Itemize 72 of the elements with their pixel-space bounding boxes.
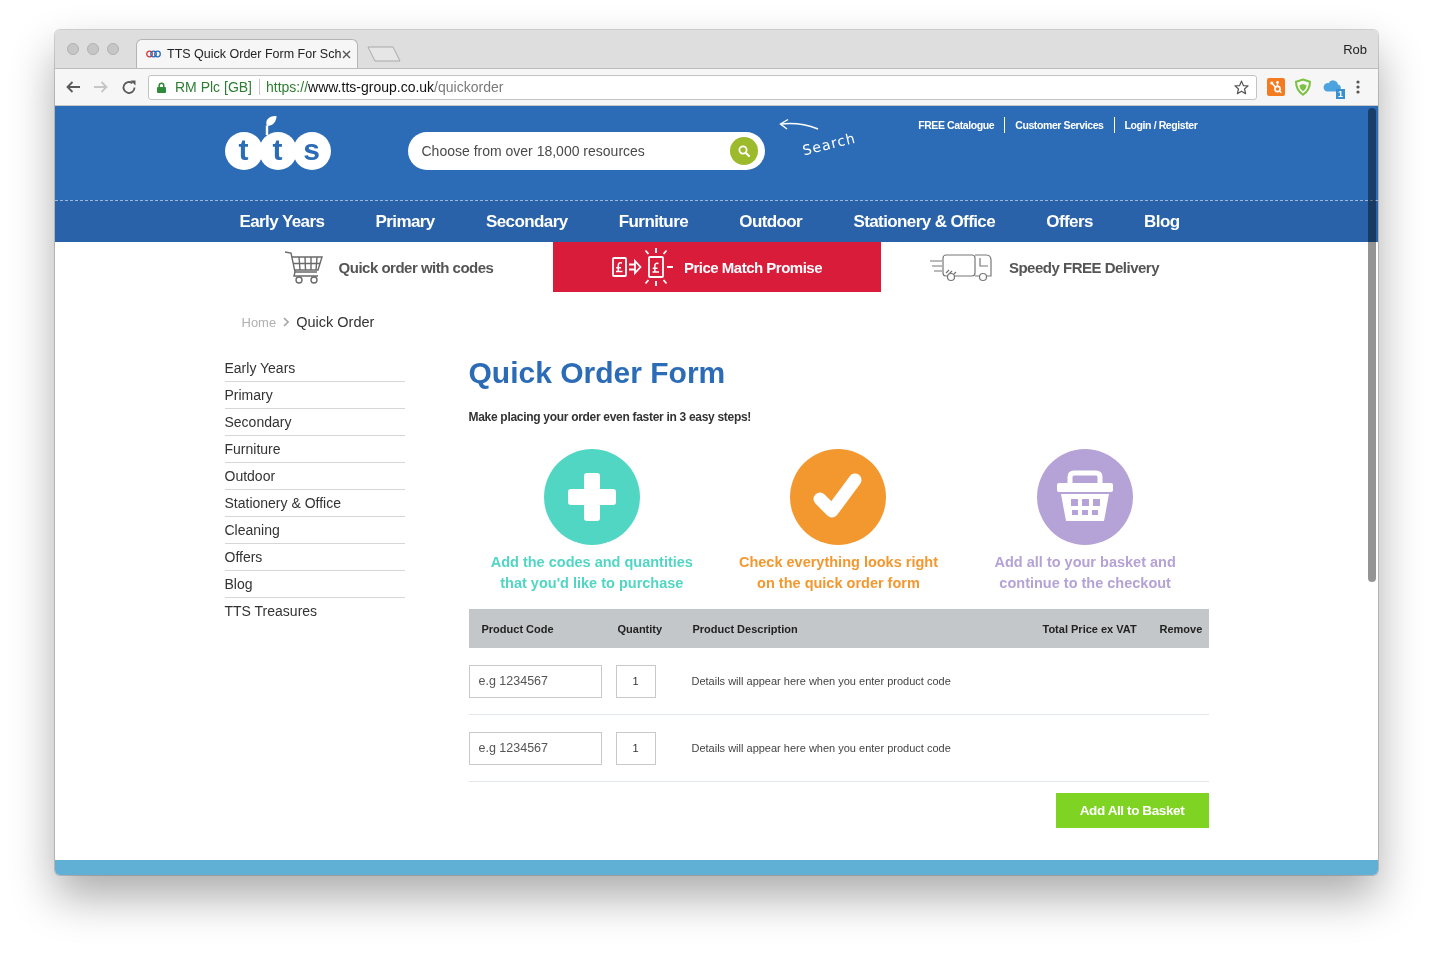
promo-banner[interactable]: Price Match Promise xyxy=(552,242,881,292)
shield-icon[interactable] xyxy=(1294,78,1312,96)
hub-icon[interactable] xyxy=(1267,78,1285,96)
description-text: Details will appear here when you enter product code xyxy=(691,742,951,754)
nav-link[interactable]: Outdoor xyxy=(739,211,803,232)
header-link[interactable]: Login / Register xyxy=(1124,119,1198,131)
sidebar-link[interactable]: Primary xyxy=(224,387,273,403)
tab-title: TTS Quick Order Form For Sch xyxy=(167,47,342,61)
page-title: Quick Order Form xyxy=(468,355,726,391)
circles-icon xyxy=(146,50,161,58)
nav-link[interactable]: Stationery & Office xyxy=(853,211,996,232)
quantity-field[interactable]: 1 xyxy=(615,731,656,765)
sidebar-link[interactable]: Early Years xyxy=(224,360,296,376)
promo-label[interactable]: Quick order with codes xyxy=(338,258,494,276)
description-text: Details will appear here when you enter product code xyxy=(691,675,951,687)
window-control-icon[interactable] xyxy=(67,43,79,55)
search-field[interactable]: Choose from over 18,000 resources xyxy=(407,132,765,170)
menu-icon[interactable] xyxy=(1356,80,1360,94)
nav-link[interactable]: Offers xyxy=(1046,211,1093,232)
nav-link[interactable]: Early Years xyxy=(239,211,325,232)
cloud-icon[interactable] xyxy=(1322,78,1342,92)
nav-link[interactable]: Secondary xyxy=(486,211,568,232)
star-icon[interactable] xyxy=(1234,79,1249,95)
column-header: Product Description xyxy=(692,622,798,635)
promo-label: Price Match Promise xyxy=(683,258,823,276)
nav-link[interactable]: Furniture xyxy=(618,211,688,232)
nav-link[interactable]: Primary xyxy=(375,211,435,232)
search-icon xyxy=(737,145,750,157)
nav-link[interactable]: Blog xyxy=(1144,211,1180,232)
truck-icon xyxy=(929,252,994,282)
step-text: Add the codes and quantities that you'd like to purchase xyxy=(490,553,693,593)
sidebar-link[interactable]: TTS Treasures xyxy=(224,603,318,619)
step-text: Add all to your basket and continue to the checkout xyxy=(994,553,1176,593)
column-header: Quantity xyxy=(617,622,663,635)
product-code-field[interactable]: e.g 1234567 xyxy=(468,731,602,765)
intro-text: Make placing your order even faster in 3 easy steps! xyxy=(468,409,752,425)
browser-tab[interactable]: TTS Quick Order Form For Sch xyxy=(136,39,358,68)
sidebar-link[interactable]: Furniture xyxy=(224,441,281,457)
back-icon[interactable] xyxy=(65,79,81,95)
sidebar-link[interactable]: Cleaning xyxy=(224,522,280,538)
header-link[interactable]: Customer Services xyxy=(1015,119,1104,131)
product-code-field[interactable]: e.g 1234567 xyxy=(468,664,602,698)
site-identity: RM Plc [GB] xyxy=(175,79,252,95)
chevron-right-icon xyxy=(283,317,290,327)
window-control-icon[interactable] xyxy=(87,43,99,55)
window-control-icon[interactable] xyxy=(107,43,119,55)
profile-name[interactable]: Rob xyxy=(1343,41,1378,57)
close-icon[interactable] xyxy=(342,49,351,59)
column-header: Remove xyxy=(1159,622,1203,635)
sidebar-link[interactable]: Outdoor xyxy=(224,468,276,484)
column-header: Product Code xyxy=(481,622,554,635)
breadcrumb-current: Quick Order xyxy=(296,314,375,330)
header-link[interactable]: FREE Catalogue xyxy=(918,119,995,131)
new-tab-button[interactable] xyxy=(367,46,401,62)
sidebar-link[interactable]: Offers xyxy=(224,549,263,565)
site-logo[interactable]: t t s xyxy=(224,132,331,170)
promo-label[interactable]: Speedy FREE Delivery xyxy=(1008,258,1160,276)
extension-badge: 1 xyxy=(1336,89,1345,99)
search-hint: Search xyxy=(800,129,857,159)
scrollbar-thumb[interactable] xyxy=(1368,108,1376,582)
lock-icon xyxy=(157,81,166,93)
sidebar-link[interactable]: Stationery & Office xyxy=(224,495,341,511)
step-text: Check everything looks right on the quick order form xyxy=(738,553,938,593)
sidebar-link[interactable]: Blog xyxy=(224,576,253,592)
quantity-field[interactable]: 1 xyxy=(615,664,656,698)
reload-icon[interactable] xyxy=(121,79,137,95)
price-tags-icon xyxy=(610,247,675,287)
address-bar[interactable]: RM Plc [GB] https://www.tts-group.co.uk/quickorder xyxy=(148,74,1257,100)
sidebar-link[interactable]: Secondary xyxy=(224,414,292,430)
cart-icon xyxy=(283,250,324,284)
url-text: https://www.tts-group.co.uk/quickorder xyxy=(266,79,504,95)
column-header: Total Price ex VAT xyxy=(1042,622,1137,635)
